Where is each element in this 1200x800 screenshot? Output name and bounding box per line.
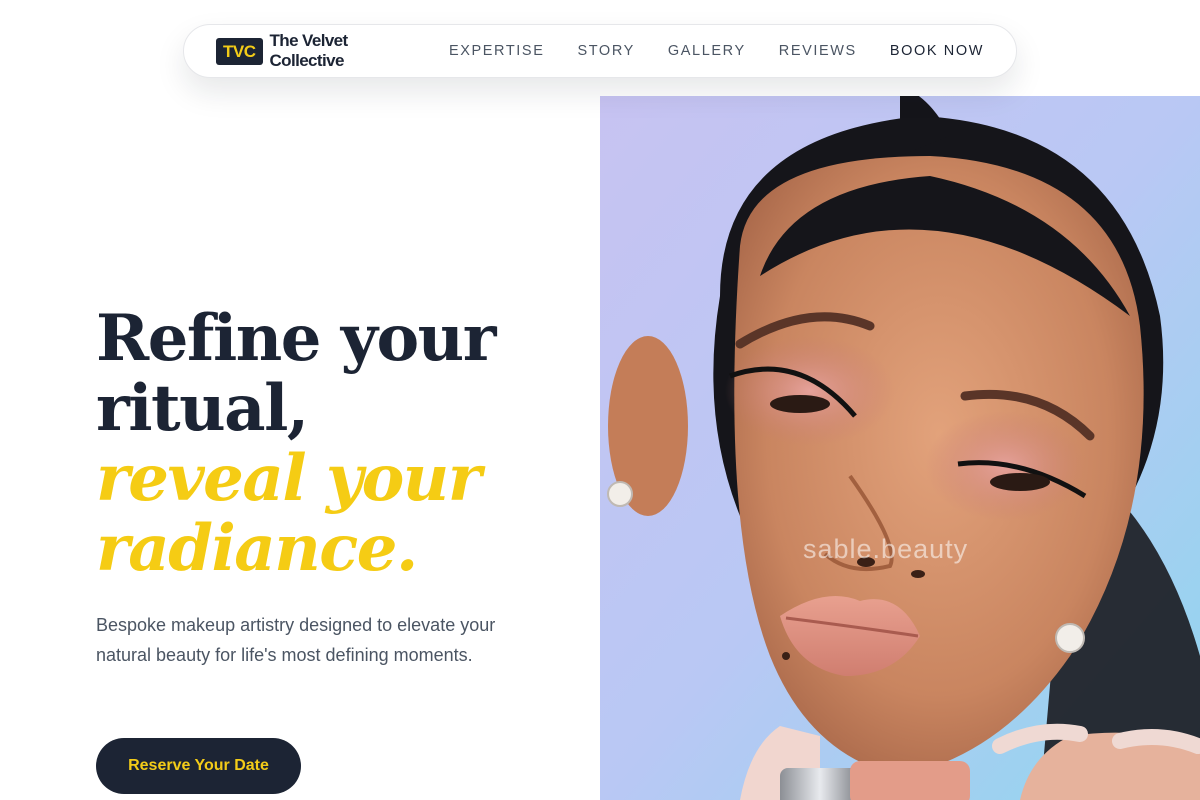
nav-link-reviews[interactable]: REVIEWS (779, 43, 857, 59)
portrait-illustration (600, 96, 1200, 800)
hero-description: Bespoke makeup artistry designed to elev… (96, 615, 496, 665)
brand-name: The Velvet Collective (269, 31, 349, 70)
nav-link-expertise[interactable]: EXPERTISE (449, 43, 545, 59)
headline-line-1: Refine your (96, 301, 496, 376)
nav-link-gallery[interactable]: GALLERY (668, 43, 746, 59)
top-navigation: TVC The Velvet Collective EXPERTISE STOR… (183, 24, 1017, 78)
hero-portrait-image: sable.beauty (600, 96, 1200, 800)
photo-watermark: sable.beauty (803, 534, 969, 564)
brand-logo[interactable]: TVC The Velvet Collective (216, 31, 401, 71)
headline-accent-line-2: radiance. (96, 511, 418, 586)
logo-badge: TVC (216, 37, 263, 65)
nav-book-now-link[interactable]: BOOK NOW (890, 43, 984, 59)
nav-link-story[interactable]: STORY (577, 43, 634, 59)
hero-headline: Refine your ritual, reveal your radiance… (96, 301, 496, 586)
headline-accent-line-1: reveal your (96, 441, 482, 516)
nav-menu: EXPERTISE STORY GALLERY REVIEWS BOOK NOW (449, 43, 984, 59)
headline-line-2: ritual, (96, 371, 309, 446)
reserve-date-button[interactable]: Reserve Your Date (96, 738, 301, 794)
